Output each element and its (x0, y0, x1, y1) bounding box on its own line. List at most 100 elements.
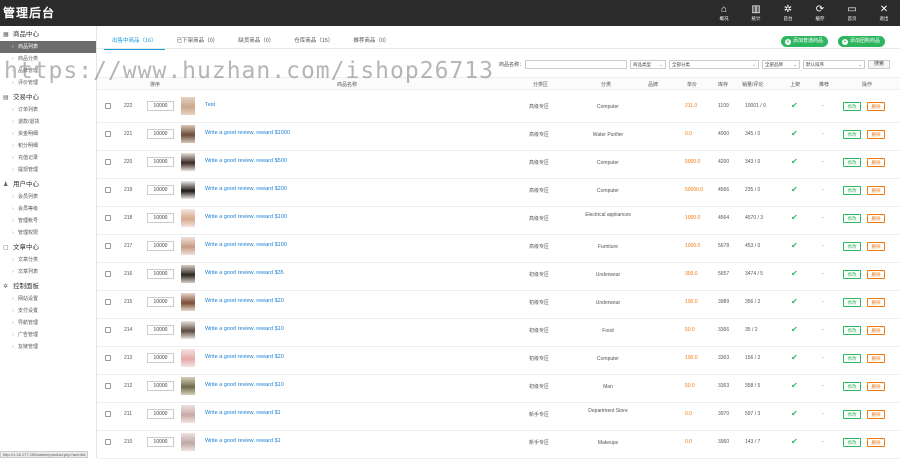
sidebar-item[interactable]: › 文章分类 (0, 254, 96, 266)
sort-input[interactable]: 10000 (147, 325, 174, 335)
row-checkbox[interactable] (105, 215, 111, 221)
product-thumbnail[interactable] (181, 293, 195, 311)
category-select[interactable]: 全部分类 ⌄ (669, 59, 760, 69)
row-checkbox[interactable] (105, 383, 111, 389)
product-name-link[interactable]: Write a good review, reward $1 (205, 410, 281, 416)
top-nav-refresh[interactable]: ⟳ 缓存 (804, 0, 836, 26)
edit-button[interactable]: 修改 (843, 298, 861, 307)
onsale-check-icon[interactable]: ✔ (791, 157, 798, 166)
row-checkbox[interactable] (105, 159, 111, 165)
sort-input[interactable]: 10000 (147, 213, 174, 223)
onsale-check-icon[interactable]: ✔ (791, 381, 798, 390)
row-checkbox[interactable] (105, 103, 111, 109)
onsale-check-icon[interactable]: ✔ (791, 437, 798, 446)
edit-button[interactable]: 修改 (843, 438, 861, 447)
product-name-link[interactable]: Write a good review, reward $500 (205, 158, 287, 164)
sidebar-item[interactable]: › 商品列表 (0, 41, 96, 53)
sidebar-item[interactable]: › 管理帐号 (0, 215, 96, 227)
sort-input[interactable]: 10000 (147, 157, 174, 167)
sidebar-item[interactable]: › 支付设置 (0, 305, 96, 317)
onsale-check-icon[interactable]: ✔ (791, 325, 798, 334)
top-nav-monitor[interactable]: ▭ 首页 (836, 0, 868, 26)
product-thumbnail[interactable] (181, 181, 195, 199)
product-name-link[interactable]: Write a good review, reward $10 (205, 326, 284, 332)
onsale-check-icon[interactable]: ✔ (791, 129, 798, 138)
product-name-link[interactable]: Write a good review, reward $100 (205, 214, 287, 220)
sidebar-item[interactable]: › 广告管理 (0, 329, 96, 341)
product-thumbnail[interactable] (181, 349, 195, 367)
sidebar-item[interactable]: › 退款/退货 (0, 116, 96, 128)
sort-input[interactable]: 10000 (147, 381, 174, 391)
row-checkbox[interactable] (105, 187, 111, 193)
delete-button[interactable]: 删除 (867, 354, 885, 363)
sort-input[interactable]: 10000 (147, 269, 174, 279)
row-checkbox[interactable] (105, 131, 111, 137)
edit-button[interactable]: 修改 (843, 102, 861, 111)
sort-input[interactable]: 10000 (147, 297, 174, 307)
product-name-link[interactable]: Write a good review, reward $200 (205, 186, 287, 192)
onsale-check-icon[interactable]: ✔ (791, 409, 798, 418)
product-type-select[interactable]: 商品类型 ⌄ (630, 59, 667, 69)
delete-button[interactable]: 删除 (867, 326, 885, 335)
product-name-link[interactable]: Write a good review, reward $1000 (205, 130, 290, 136)
sidebar-item[interactable]: › 网站设置 (0, 293, 96, 305)
delete-button[interactable]: 删除 (867, 410, 885, 419)
sort-input[interactable]: 10000 (147, 409, 174, 419)
product-thumbnail[interactable] (181, 321, 195, 339)
product-thumbnail[interactable] (181, 265, 195, 283)
delete-button[interactable]: 删除 (867, 130, 885, 139)
sort-input[interactable]: 10000 (147, 129, 174, 139)
sort-input[interactable]: 10000 (147, 101, 174, 111)
row-checkbox[interactable] (105, 439, 111, 445)
top-nav-gear[interactable]: ✲ 首台 (772, 0, 804, 26)
delete-button[interactable]: 删除 (867, 214, 885, 223)
onsale-check-icon[interactable]: ✔ (791, 101, 798, 110)
sidebar-item[interactable]: › 提现管理 (0, 164, 96, 176)
sort-input[interactable]: 10000 (147, 353, 174, 363)
row-checkbox[interactable] (105, 271, 111, 277)
delete-button[interactable]: 删除 (867, 438, 885, 447)
delete-button[interactable]: 删除 (867, 158, 885, 167)
row-checkbox[interactable] (105, 327, 111, 333)
sidebar-item[interactable]: › 导航管理 (0, 317, 96, 329)
delete-button[interactable]: 删除 (867, 242, 885, 251)
delete-button[interactable]: 删除 (867, 298, 885, 307)
product-name-link[interactable]: Test (205, 102, 215, 108)
sort-input[interactable]: 10000 (147, 185, 174, 195)
sort-input[interactable]: 10000 (147, 437, 174, 447)
add-normal-product-button[interactable]: + 添加普通商品 (781, 36, 829, 47)
edit-button[interactable]: 修改 (843, 242, 861, 251)
product-name-input[interactable] (525, 59, 628, 69)
edit-button[interactable]: 修改 (843, 158, 861, 167)
top-nav-close[interactable]: ✕ 退出 (868, 0, 900, 26)
sidebar-item[interactable]: › 会员列表 (0, 191, 96, 203)
delete-button[interactable]: 删除 (867, 102, 885, 111)
onsale-check-icon[interactable]: ✔ (791, 297, 798, 306)
row-checkbox[interactable] (105, 355, 111, 361)
product-name-link[interactable]: Write a good review, reward $35 (205, 270, 284, 276)
product-thumbnail[interactable] (181, 97, 195, 115)
sidebar-group-title[interactable]: ▦ 商品中心 (0, 29, 96, 41)
brand-select[interactable]: 全部品牌 ⌄ (762, 59, 801, 69)
row-checkbox[interactable] (105, 243, 111, 249)
edit-button[interactable]: 修改 (843, 354, 861, 363)
edit-button[interactable]: 修改 (843, 382, 861, 391)
onsale-check-icon[interactable]: ✔ (791, 269, 798, 278)
sort-select[interactable]: 默认排序 ⌄ (803, 59, 866, 69)
product-thumbnail[interactable] (181, 433, 195, 451)
product-thumbnail[interactable] (181, 377, 195, 395)
row-checkbox[interactable] (105, 411, 111, 417)
top-nav-bar-chart[interactable]: ▥ 统计 (740, 0, 772, 26)
add-group-product-button[interactable]: + 添加团购商品 (838, 36, 886, 47)
sort-input[interactable]: 10000 (147, 241, 174, 251)
edit-button[interactable]: 修改 (843, 130, 861, 139)
onsale-check-icon[interactable]: ✔ (791, 185, 798, 194)
product-name-link[interactable]: Write a good review, reward $20 (205, 298, 284, 304)
sidebar-item[interactable]: › 管理权限 (0, 227, 96, 239)
sidebar-item[interactable]: › 资金明细 (0, 128, 96, 140)
edit-button[interactable]: 修改 (843, 270, 861, 279)
product-thumbnail[interactable] (181, 237, 195, 255)
sidebar-item[interactable]: › 充值记录 (0, 152, 96, 164)
product-name-link[interactable]: Write a good review, reward $20 (205, 354, 284, 360)
product-thumbnail[interactable] (181, 153, 195, 171)
